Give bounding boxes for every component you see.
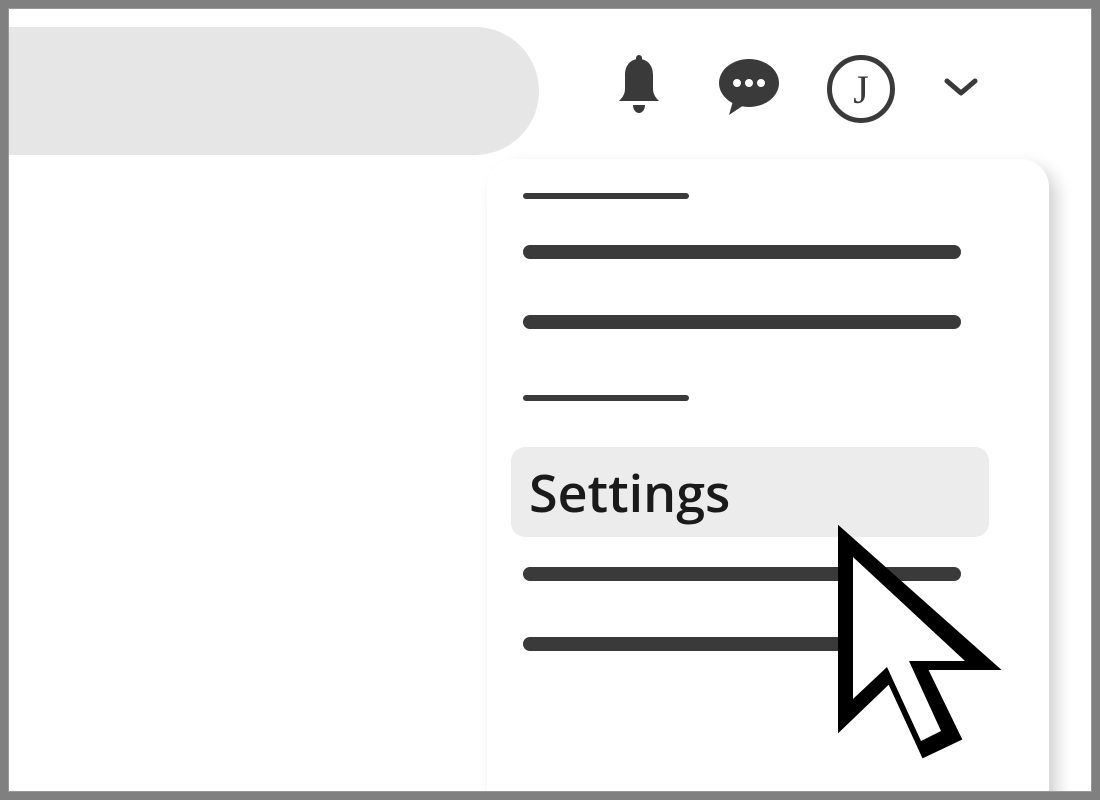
chevron-down-icon: [944, 77, 978, 102]
app-frame: J Settings: [8, 8, 1092, 792]
speech-bubble-icon: [717, 57, 781, 122]
menu-item-placeholder[interactable]: [523, 315, 961, 329]
avatar-initial: J: [853, 66, 869, 113]
notifications-button[interactable]: [607, 57, 671, 121]
menu-section-heading: [523, 193, 689, 199]
bell-icon: [611, 55, 667, 124]
menu-item-settings[interactable]: Settings: [511, 447, 989, 537]
account-dropdown: Settings: [487, 159, 1049, 792]
menu-item-placeholder[interactable]: [523, 245, 961, 259]
menu-item-placeholder[interactable]: [523, 567, 961, 581]
menu-section-heading: [523, 395, 689, 401]
header-actions: J: [607, 55, 981, 123]
profile-avatar[interactable]: J: [827, 55, 895, 123]
messages-button[interactable]: [717, 57, 781, 121]
menu-item-label: Settings: [529, 457, 730, 528]
account-menu-toggle[interactable]: [941, 57, 981, 121]
search-bar-placeholder[interactable]: [8, 27, 539, 155]
menu-item-placeholder[interactable]: [523, 637, 961, 651]
